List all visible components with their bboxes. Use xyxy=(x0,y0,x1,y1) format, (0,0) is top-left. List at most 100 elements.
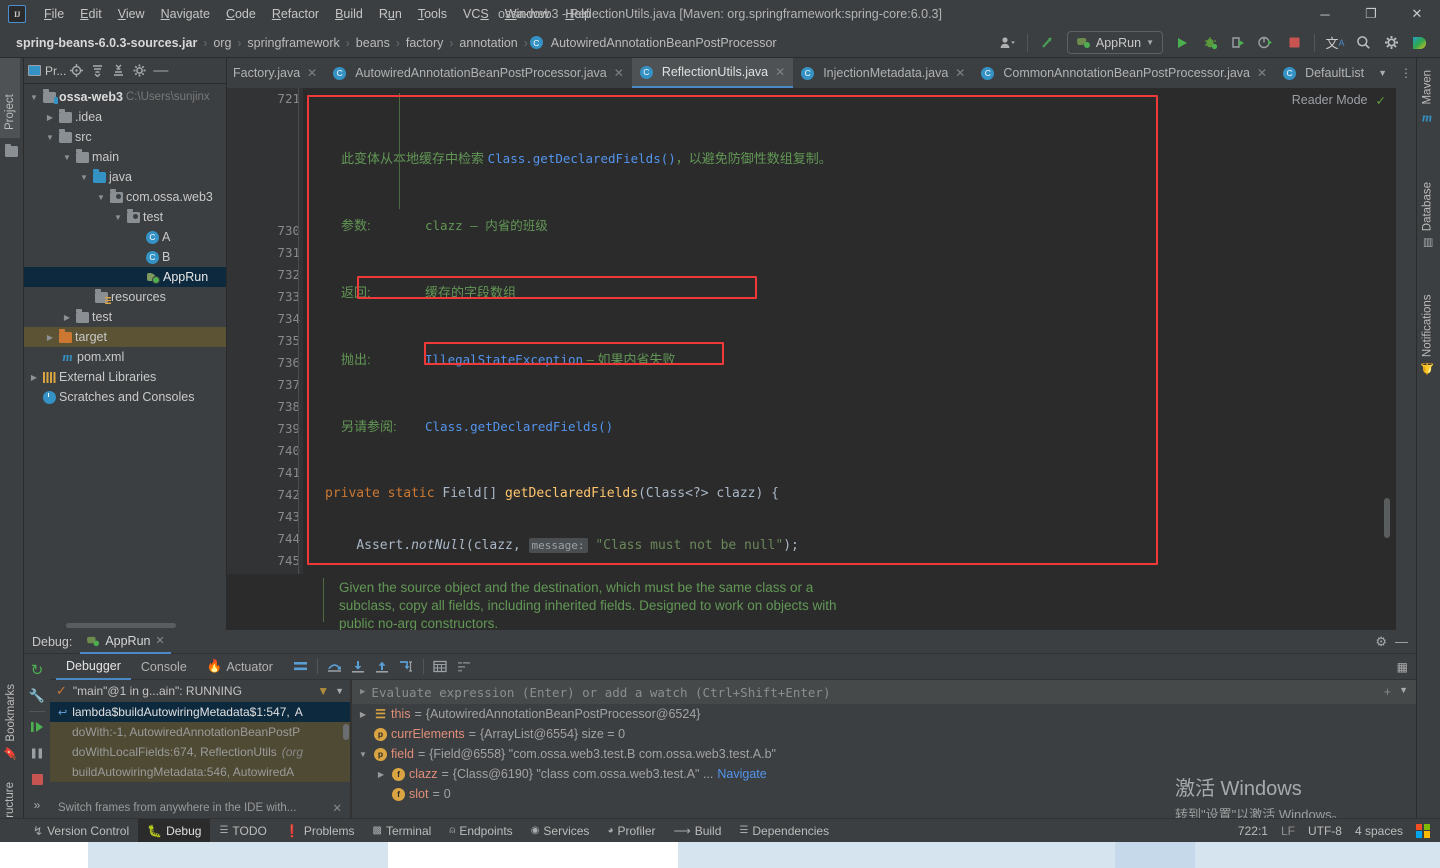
frame-row-1[interactable]: doWith:-1, AutowiredAnnotationBeanPostP xyxy=(50,722,350,742)
evaluate-expression-input[interactable]: ▶ Evaluate expression (Enter) or add a w… xyxy=(352,680,1416,704)
expand-all-icon[interactable] xyxy=(108,60,129,81)
step-into-icon[interactable] xyxy=(351,659,366,674)
run-to-cursor-icon[interactable] xyxy=(399,659,414,674)
variable-row-field[interactable]: ▼ p field = {Field@6558} "com.ossa.web3.… xyxy=(352,744,1416,764)
variable-row-this[interactable]: ▶ ☰ this = {AutowiredAnnotationBeanPostP… xyxy=(352,704,1416,724)
code-line-730[interactable]: private static Field[] getDeclaredFields… xyxy=(303,483,1396,505)
evaluate-expression-icon[interactable] xyxy=(433,659,448,674)
tree-node-apprun[interactable]: AppRun xyxy=(24,267,226,287)
minimize-button[interactable]: ─ xyxy=(1302,0,1348,28)
search-icon[interactable] xyxy=(1350,31,1376,55)
chevron-down-icon[interactable]: ▼ xyxy=(61,153,73,162)
layout-grid-icon[interactable]: ▦ xyxy=(1397,660,1408,674)
javadoc-seealso-link[interactable]: Class.getDeclaredFields() xyxy=(425,419,613,434)
taskbar-left-region[interactable] xyxy=(0,842,88,868)
tree-node-test-folder[interactable]: ▶ test xyxy=(24,307,226,327)
threads-view-icon[interactable] xyxy=(457,659,472,674)
run-configuration-selector[interactable]: AppRun ▼ xyxy=(1066,31,1163,54)
status-button-profiler[interactable]: ◕ Profiler xyxy=(598,819,664,843)
frame-row-2[interactable]: doWithLocalFields:674, ReflectionUtils (… xyxy=(50,742,350,762)
hide-panel-icon[interactable]: — xyxy=(150,60,171,81)
tree-node-class-b[interactable]: C B xyxy=(24,247,226,267)
editor-gutter[interactable]: 721 730 731 732 733 734 735 736 737 738 … xyxy=(227,88,303,630)
tree-node-java[interactable]: ▼ java xyxy=(24,167,226,187)
menu-run[interactable]: Run xyxy=(371,4,410,24)
code-content[interactable]: 此变体从本地缓存中检索 Class.getDeclaredFields()，以避… xyxy=(303,88,1396,630)
build-icon[interactable] xyxy=(1035,31,1061,55)
stop-icon[interactable] xyxy=(1281,31,1307,55)
project-folder-icon[interactable] xyxy=(0,138,23,165)
layout-settings-icon[interactable] xyxy=(293,659,308,674)
status-button-endpoints[interactable]: ⍝ Endpoints xyxy=(440,819,521,843)
tab-default-list[interactable]: C DefaultList xyxy=(1275,58,1372,88)
chevron-down-icon[interactable]: ▼ xyxy=(28,93,40,102)
status-button-debug[interactable]: 🐛 Debug xyxy=(138,818,211,843)
chevron-right-icon[interactable]: ▶ xyxy=(28,373,40,382)
tab-autowired-annotation-bean-post-processor[interactable]: C AutowiredAnnotationBeanPostProcessor.j… xyxy=(325,58,632,88)
close-button[interactable]: ✕ xyxy=(1394,0,1440,28)
tab-debugger[interactable]: Debugger xyxy=(56,654,131,680)
run-icon[interactable] xyxy=(1169,31,1195,55)
breadcrumb-item-org[interactable]: org xyxy=(209,36,235,50)
chevron-down-icon[interactable]: ▼ xyxy=(78,173,90,182)
locate-icon[interactable] xyxy=(66,60,87,81)
menu-file[interactable]: File xyxy=(36,4,72,24)
settings-wrench-icon[interactable]: 🔧 xyxy=(26,685,48,707)
run-with-coverage-icon[interactable] xyxy=(1225,31,1251,55)
status-button-dependencies[interactable]: ☰ Dependencies xyxy=(730,819,838,843)
thread-selector[interactable]: ✓ "main"@1 in g...ain": RUNNING ▼ ▼ xyxy=(50,680,350,702)
tab-list-chevron-down-icon[interactable]: ▼ xyxy=(1372,63,1393,84)
breadcrumb-item-jar[interactable]: spring-beans-6.0.3-sources.jar xyxy=(12,36,201,50)
menu-vcs[interactable]: VCS xyxy=(455,4,497,24)
status-button-problems[interactable]: ❗ Problems xyxy=(276,819,364,843)
tree-node-src[interactable]: ▼ src xyxy=(24,127,226,147)
step-out-icon[interactable] xyxy=(375,659,390,674)
code-editor[interactable]: Reader Mode ✓ 721 730 731 732 733 734 73… xyxy=(227,88,1396,630)
variable-row-clazz[interactable]: ▶ f clazz = {Class@6190} "class com.ossa… xyxy=(352,764,1416,784)
tree-node-test-pkg[interactable]: ▼ test xyxy=(24,207,226,227)
chevron-right-icon[interactable]: ▶ xyxy=(61,313,73,322)
tree-node-ossa-web3[interactable]: ▼ ossa-web3 C:\Users\sunjinx xyxy=(24,87,226,107)
status-button-version-control[interactable]: ↯ Version Control xyxy=(24,819,138,843)
step-over-icon[interactable] xyxy=(327,659,342,674)
tool-tab-project[interactable]: Project xyxy=(0,58,20,138)
debug-variables-panel[interactable]: ▶ Evaluate expression (Enter) or add a w… xyxy=(352,680,1416,818)
tree-node-com-ossa-web3[interactable]: ▼ com.ossa.web3 xyxy=(24,187,226,207)
add-watch-icon[interactable]: + xyxy=(1384,685,1391,699)
menu-window[interactable]: Window xyxy=(497,4,557,24)
filter-icon[interactable]: ▼ xyxy=(317,684,329,698)
menu-code[interactable]: Code xyxy=(218,4,264,24)
tab-common-annotation-bean-post-processor[interactable]: C CommonAnnotationBeanPostProcessor.java… xyxy=(973,58,1275,88)
chevron-down-icon[interactable]: ▼ xyxy=(335,686,344,696)
chevron-right-icon[interactable]: ▶ xyxy=(44,113,56,122)
debug-session-tab[interactable]: AppRun ✕ xyxy=(80,630,171,654)
gear-icon[interactable] xyxy=(1378,31,1404,55)
javadoc-throws-link[interactable]: IllegalStateException xyxy=(425,352,583,367)
tool-tab-notifications[interactable]: 🔔 Notifications xyxy=(1417,286,1438,383)
debug-frames-panel[interactable]: ✓ "main"@1 in g...ain": RUNNING ▼ ▼ ↩ la… xyxy=(50,680,350,818)
menu-refactor[interactable]: Refactor xyxy=(264,4,327,24)
collapse-all-icon[interactable] xyxy=(87,60,108,81)
tool-tab-maven[interactable]: m Maven xyxy=(1417,62,1438,131)
tree-node-pom-xml[interactable]: m pom.xml xyxy=(24,347,226,367)
close-icon[interactable]: ✕ xyxy=(156,634,165,647)
windows-taskbar[interactable] xyxy=(0,842,1440,868)
tree-node-external-libraries[interactable]: ▶ External Libraries xyxy=(24,367,226,387)
tree-node-main[interactable]: ▼ main xyxy=(24,147,226,167)
tree-node-scratches[interactable]: Scratches and Consoles xyxy=(24,387,226,407)
ai-assistant-icon[interactable] xyxy=(1406,31,1432,55)
frame-row-0[interactable]: ↩ lambda$buildAutowiringMetadata$1:547, … xyxy=(50,702,350,722)
tab-reflection-utils[interactable]: C ReflectionUtils.java ✕ xyxy=(631,58,794,88)
indent-setting[interactable]: 4 spaces xyxy=(1355,824,1403,838)
tab-factory-java[interactable]: Factory.java ✕ xyxy=(227,58,325,88)
tool-tab-database[interactable]: ▤ Database xyxy=(1417,174,1438,257)
javadoc-summary-link[interactable]: Class.getDeclaredFields() xyxy=(488,151,676,166)
close-icon[interactable]: ✕ xyxy=(307,66,317,80)
taskbar-window-region[interactable] xyxy=(388,842,678,868)
project-tree[interactable]: ▼ ossa-web3 C:\Users\sunjinx ▶ .idea ▼ s… xyxy=(24,84,226,621)
chevron-down-icon[interactable]: ▼ xyxy=(356,750,370,759)
debug-icon[interactable] xyxy=(1197,31,1223,55)
stop-icon[interactable] xyxy=(26,768,48,790)
chevron-down-icon[interactable]: ▼ xyxy=(112,213,124,222)
variable-row-currElements[interactable]: p currElements = {ArrayList@6554} size =… xyxy=(352,724,1416,744)
